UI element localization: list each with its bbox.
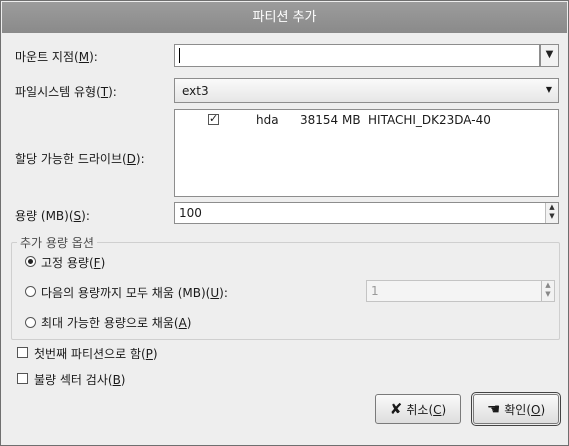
- ok-button[interactable]: ☚ 확인(O): [471, 392, 561, 426]
- spin-down-icon[interactable]: ▼: [542, 290, 554, 299]
- chevron-down-icon: ▼: [545, 49, 554, 60]
- mount-point-label: 마운트 지점(M):: [15, 50, 98, 64]
- size-value: 100: [179, 206, 202, 220]
- drive-name: hda: [256, 113, 279, 127]
- fixed-size-radio[interactable]: [25, 256, 36, 267]
- drive-model: HITACHI_DK23DA-40: [368, 113, 491, 127]
- drive-checkbox[interactable]: ✓: [208, 112, 219, 125]
- dialog-title: 파티션 추가: [2, 2, 567, 33]
- fill-upto-spinbox[interactable]: 1 ▲ ▼: [366, 280, 555, 302]
- fill-upto-radio[interactable]: [25, 286, 36, 297]
- spin-up-icon[interactable]: ▲: [542, 281, 554, 290]
- cancel-label: 취소(C): [406, 402, 447, 417]
- fs-type-select[interactable]: ext3 ▼: [174, 78, 559, 103]
- fill-upto-spin-buttons[interactable]: ▲ ▼: [541, 281, 554, 301]
- drive-size: 38154 MB: [300, 113, 361, 127]
- cancel-x-icon: ✘: [389, 400, 403, 418]
- force-primary-checkbox[interactable]: [17, 347, 28, 358]
- fill-upto-label[interactable]: 다음의 용량까지 모두 채움 (MB)(U):: [41, 284, 228, 301]
- badblocks-label[interactable]: 불량 섹터 검사(B): [34, 371, 125, 388]
- chevron-down-icon: ▼: [545, 85, 552, 94]
- check-icon: ✓: [209, 112, 219, 125]
- fs-type-value: ext3: [182, 84, 209, 98]
- add-partition-dialog: 파티션 추가 마운트 지점(M): ▼ 파일시스템 유형(T): ext3 ▼ …: [0, 0, 569, 446]
- fill-max-radio[interactable]: [25, 317, 36, 328]
- mount-point-dropdown-button[interactable]: ▼: [540, 44, 559, 67]
- fixed-size-label[interactable]: 고정 용량(F): [41, 254, 105, 271]
- badblocks-checkbox[interactable]: [17, 373, 28, 384]
- size-spinbox[interactable]: 100 ▲ ▼: [174, 202, 559, 224]
- list-item[interactable]: ✓ hda 38154 MB HITACHI_DK23DA-40: [175, 110, 558, 130]
- mount-point-input[interactable]: [174, 44, 540, 67]
- fill-max-label[interactable]: 최대 가능한 용량으로 채움(A): [41, 314, 191, 331]
- drives-list[interactable]: ✓ hda 38154 MB HITACHI_DK23DA-40: [174, 109, 559, 197]
- size-label: 용량 (MB)(S):: [15, 209, 90, 223]
- pointing-hand-icon: ☚: [486, 400, 501, 418]
- spin-down-icon[interactable]: ▼: [546, 212, 558, 221]
- drives-label: 할당 가능한 드라이브(D):: [15, 152, 145, 166]
- force-primary-label[interactable]: 첫번째 파티션으로 함(P): [34, 345, 158, 362]
- spin-up-icon[interactable]: ▲: [546, 203, 558, 212]
- cancel-button[interactable]: ✘ 취소(C): [375, 394, 461, 424]
- size-spin-buttons[interactable]: ▲ ▼: [545, 203, 558, 223]
- fill-upto-value: 1: [371, 284, 379, 298]
- text-cursor: [179, 48, 180, 63]
- ok-label: 확인(O): [504, 402, 546, 417]
- size-options-title: 추가 용량 옵션: [17, 234, 97, 251]
- fs-type-label: 파일시스템 유형(T):: [15, 85, 117, 99]
